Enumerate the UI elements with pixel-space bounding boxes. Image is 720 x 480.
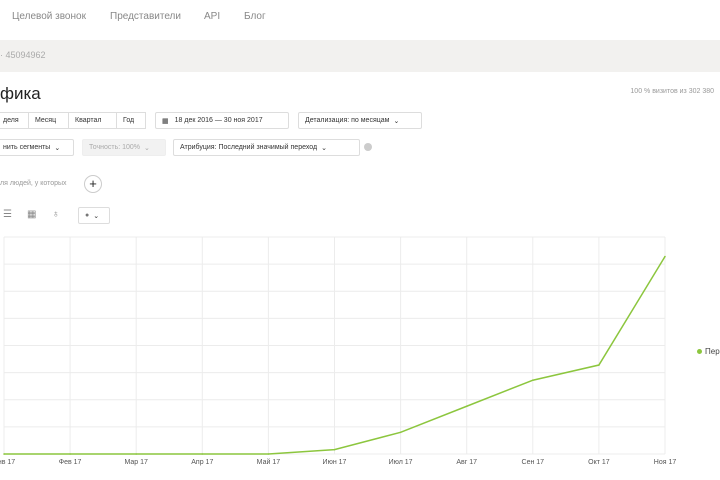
- accuracy-label: Точность: 100%: [89, 144, 141, 151]
- data-point: [333, 448, 336, 451]
- nav-link[interactable]: Блог: [244, 11, 266, 22]
- data-point: [399, 431, 402, 434]
- x-tick-label: Июн 17: [322, 459, 347, 466]
- legend-item[interactable]: Пер: [697, 347, 720, 356]
- legend-dot: [697, 349, 702, 354]
- segments-label: нить сегменты: [3, 144, 51, 151]
- compare-segments-dropdown[interactable]: нить сегменты ⌄: [0, 139, 74, 156]
- x-tick-label: Июл 17: [388, 459, 413, 466]
- breadcrumb: · 45094962: [0, 50, 46, 60]
- x-tick-label: Май 17: [256, 459, 281, 466]
- data-point: [135, 453, 137, 455]
- chevron-down-icon: ⌄: [321, 144, 327, 152]
- x-tick-label: Мар 17: [124, 459, 148, 466]
- page-title: фика: [0, 84, 41, 103]
- chevron-down-icon: ⌄: [93, 212, 100, 220]
- period-week[interactable]: деля: [0, 112, 29, 129]
- attribution-dropdown[interactable]: Атрибуция: Последний значимый переход ⌄: [173, 139, 360, 156]
- period-quarter[interactable]: Квартал: [68, 112, 117, 129]
- table-icon[interactable]: ☰: [3, 209, 12, 220]
- data-point: [598, 364, 600, 366]
- add-segment-button[interactable]: +: [84, 175, 102, 193]
- calendar-icon: ▦: [162, 117, 169, 125]
- breadcrumb-bar: · 45094962: [0, 40, 720, 72]
- detail-label: Детализация: по месяцам: [305, 117, 390, 124]
- legend-label: Пер: [705, 347, 720, 356]
- data-point: [201, 453, 204, 455]
- data-point: [267, 453, 270, 455]
- help-icon[interactable]: [364, 143, 372, 151]
- x-tick-label: Фев 17: [58, 459, 82, 466]
- detail-dropdown[interactable]: Детализация: по месяцам ⌄: [298, 112, 422, 129]
- data-point: [664, 255, 666, 258]
- chevron-down-icon: ⌄: [144, 144, 150, 152]
- map-pin-icon[interactable]: ♁: [52, 209, 60, 220]
- chart-type-dropdown[interactable]: ● ⌄: [78, 207, 110, 224]
- nav-link[interactable]: API: [204, 11, 220, 22]
- chevron-down-icon: ⌄: [54, 144, 61, 152]
- line-chart: [3, 236, 666, 455]
- chart-icon[interactable]: ▦: [27, 209, 36, 220]
- data-point: [3, 453, 5, 455]
- x-tick-label: Ноя 17: [653, 459, 677, 466]
- date-range-button[interactable]: ▦ 18 дек 2016 — 30 ноя 2017: [155, 112, 289, 129]
- nav-link[interactable]: Целевой звонок: [12, 11, 86, 22]
- x-tick-label: Апр 17: [191, 459, 214, 466]
- data-point: [532, 379, 534, 382]
- visits-summary[interactable]: 100 % визитов из 302 380: [630, 88, 714, 95]
- nav-link[interactable]: Представители: [110, 11, 181, 22]
- segment-hint: ля людей, у которых: [0, 180, 67, 187]
- pie-icon: ●: [85, 212, 90, 219]
- x-tick-label: Окт 17: [588, 459, 610, 466]
- data-point: [465, 405, 468, 408]
- period-year[interactable]: Год: [116, 112, 146, 129]
- x-tick-label: Сен 17: [521, 459, 545, 466]
- accuracy-dropdown[interactable]: Точность: 100% ⌄: [82, 139, 166, 156]
- period-month[interactable]: Месяц: [28, 112, 69, 129]
- x-tick-label: Авг 17: [456, 459, 478, 466]
- date-range-label: 18 дек 2016 — 30 ноя 2017: [174, 117, 263, 124]
- attribution-label: Атрибуция: Последний значимый переход: [180, 144, 318, 151]
- data-point: [69, 453, 71, 455]
- chevron-down-icon: ⌄: [393, 117, 400, 125]
- x-tick-label: Янв 17: [0, 459, 16, 466]
